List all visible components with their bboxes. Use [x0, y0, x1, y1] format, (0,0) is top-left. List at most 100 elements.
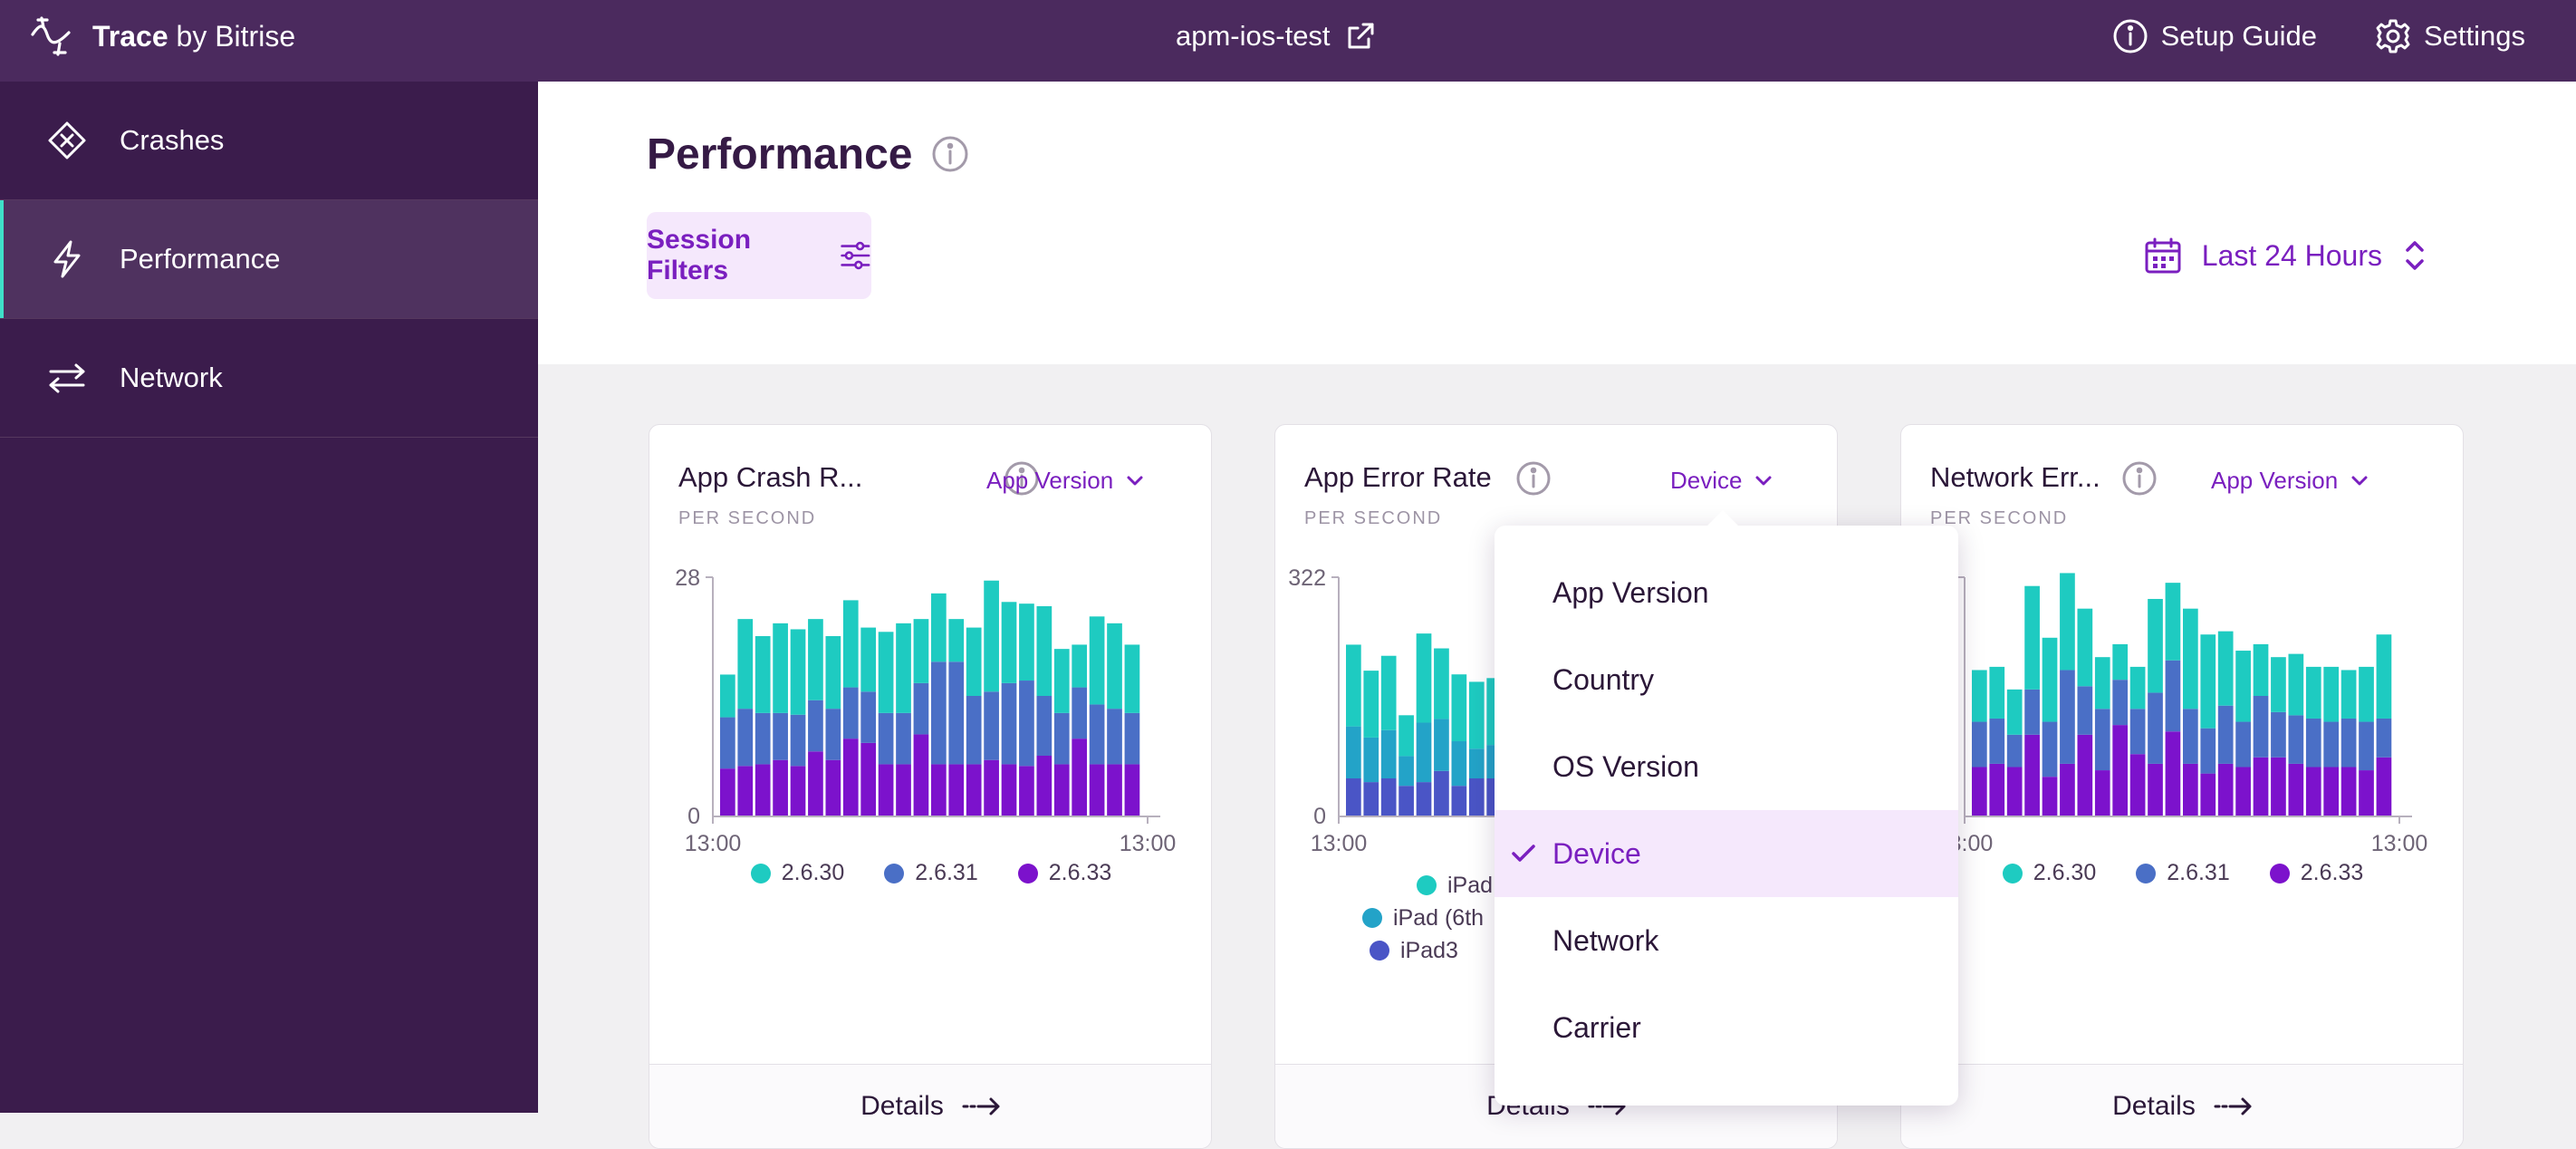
bar-segment — [2253, 643, 2269, 696]
legend-item[interactable]: 2.6.30 — [2002, 860, 2096, 886]
details-button[interactable]: Details — [649, 1064, 1211, 1148]
info-icon[interactable] — [1514, 459, 1552, 497]
bar-segment — [1451, 741, 1467, 787]
legend-label: iPad (6th — [1393, 904, 1485, 931]
bar-segment — [790, 714, 806, 767]
stacked-bar-chart: 7013:0013:00 — [1937, 565, 2428, 851]
bar-segment — [1001, 764, 1017, 816]
setup-guide-label: Setup Guide — [2160, 20, 2317, 52]
sidebar-item-label: Performance — [120, 243, 281, 275]
chart-legend: 2.6.30 2.6.31 2.6.33 — [1901, 860, 2463, 886]
bar-segment — [2288, 763, 2304, 816]
info-icon[interactable] — [2120, 459, 2158, 497]
bar-segment — [825, 709, 841, 760]
top-bar: Trace by Bitrise apm-ios-test Setup Guid… — [0, 0, 2576, 82]
legend-label: 2.6.33 — [2300, 860, 2364, 885]
bar-segment — [1107, 623, 1122, 710]
session-filters-button[interactable]: Session Filters — [647, 212, 871, 299]
group-by-dropdown[interactable]: App Version — [2211, 467, 2369, 495]
date-range-selector[interactable]: Last 24 Hours — [2144, 230, 2427, 281]
menu-option-country[interactable]: Country — [1495, 636, 1958, 723]
legend-item[interactable]: 2.6.31 — [2136, 860, 2230, 886]
bar-segment — [2006, 734, 2023, 768]
bar-segment — [1451, 674, 1467, 742]
bar-segment — [2288, 715, 2304, 764]
bar-segment — [1416, 633, 1432, 723]
legend-item[interactable]: 2.6.30 — [750, 860, 844, 886]
bar-segment — [825, 636, 841, 710]
legend-item[interactable]: 2.6.33 — [2269, 860, 2364, 886]
bar-segment — [2094, 657, 2110, 710]
bar-segment — [842, 739, 859, 816]
legend-item[interactable]: 2.6.31 — [884, 860, 978, 886]
x-tick-label: 13:00 — [685, 831, 742, 851]
page-title: Performance — [647, 130, 913, 179]
bar-segment — [2024, 585, 2040, 690]
bar-segment — [878, 764, 894, 816]
bar-segment — [1072, 644, 1088, 688]
bar-segment — [913, 734, 929, 816]
menu-option-label: Device — [1552, 836, 1641, 870]
bar-segment — [2094, 770, 2110, 816]
info-icon[interactable] — [930, 134, 970, 174]
menu-option-os-version[interactable]: OS Version — [1495, 723, 1958, 810]
arrow-right-icon — [962, 1097, 1000, 1115]
legend-item[interactable]: iPad3 — [1362, 934, 1493, 967]
card-subtitle: PER SECOND — [678, 508, 817, 528]
group-by-dropdown[interactable]: Device — [1670, 467, 1773, 495]
settings-button[interactable]: Settings — [2375, 18, 2525, 54]
chart-card-network-error-rate: Network Err... PER SECOND App Version 70… — [1900, 424, 2464, 1149]
page-header: Performance Session Filters Last 24 Hour… — [538, 82, 2576, 364]
bar-segment — [2077, 686, 2093, 735]
bar-segment — [1399, 786, 1414, 816]
legend-item[interactable]: 2.6.33 — [1017, 860, 1112, 886]
bar-segment — [720, 717, 735, 769]
bar-segment — [2094, 709, 2110, 771]
bar-segment — [984, 580, 999, 692]
y-tick-label: 0 — [1313, 804, 1326, 829]
menu-option-network[interactable]: Network — [1495, 897, 1958, 984]
bar-segment — [1434, 648, 1449, 719]
legend-dot — [2269, 863, 2290, 883]
arrow-right-icon — [2214, 1097, 2252, 1115]
details-button[interactable]: Details — [1901, 1064, 2463, 1148]
external-link-icon — [1348, 23, 1374, 49]
bar-segment — [2148, 692, 2163, 764]
bar-segment — [1072, 687, 1088, 739]
bar-segment — [808, 619, 823, 700]
bar-segment — [1416, 782, 1432, 816]
bar-segment — [1124, 764, 1140, 816]
menu-option-app-version[interactable]: App Version — [1495, 549, 1958, 636]
sidebar-item-performance[interactable]: Performance — [0, 200, 538, 319]
brand[interactable]: Trace by Bitrise — [29, 0, 295, 72]
bar-segment — [2148, 598, 2163, 693]
bar-segment — [1053, 712, 1070, 765]
bar-segment — [2359, 666, 2374, 722]
setup-guide-button[interactable]: Setup Guide — [2112, 18, 2317, 54]
bar-segment — [1089, 704, 1105, 765]
bar-segment — [2112, 680, 2129, 726]
x-tick-label: 13:00 — [1311, 831, 1368, 851]
sidebar-item-crashes[interactable]: Crashes — [0, 82, 538, 200]
bar-segment — [1346, 778, 1361, 816]
bar-segment — [1124, 712, 1140, 765]
group-by-dropdown[interactable]: App Version — [986, 467, 1144, 495]
project-link[interactable]: apm-ios-test — [1176, 0, 1376, 72]
bar-segment — [2129, 754, 2146, 816]
bar-segment — [737, 709, 754, 767]
bar-segment — [2305, 718, 2321, 768]
legend-item[interactable]: iPad — [1362, 869, 1493, 902]
legend-item[interactable]: iPad (6th — [1362, 902, 1493, 934]
bar-segment — [966, 627, 982, 696]
menu-option-carrier[interactable]: Carrier — [1495, 984, 1958, 1071]
sidebar-item-network[interactable]: Network — [0, 319, 538, 438]
bar-segment — [1399, 715, 1414, 757]
bar-segment — [878, 712, 894, 765]
legend-dot — [1417, 875, 1437, 895]
legend-label: 2.6.33 — [1048, 860, 1112, 885]
menu-option-device[interactable]: Device — [1495, 810, 1958, 897]
sidebar-item-label: Crashes — [120, 124, 225, 156]
stacked-bar-chart: 28013:00 13:00 — [675, 565, 1176, 851]
bar-segment — [2112, 643, 2129, 681]
session-filters-label: Session Filters — [647, 225, 752, 285]
